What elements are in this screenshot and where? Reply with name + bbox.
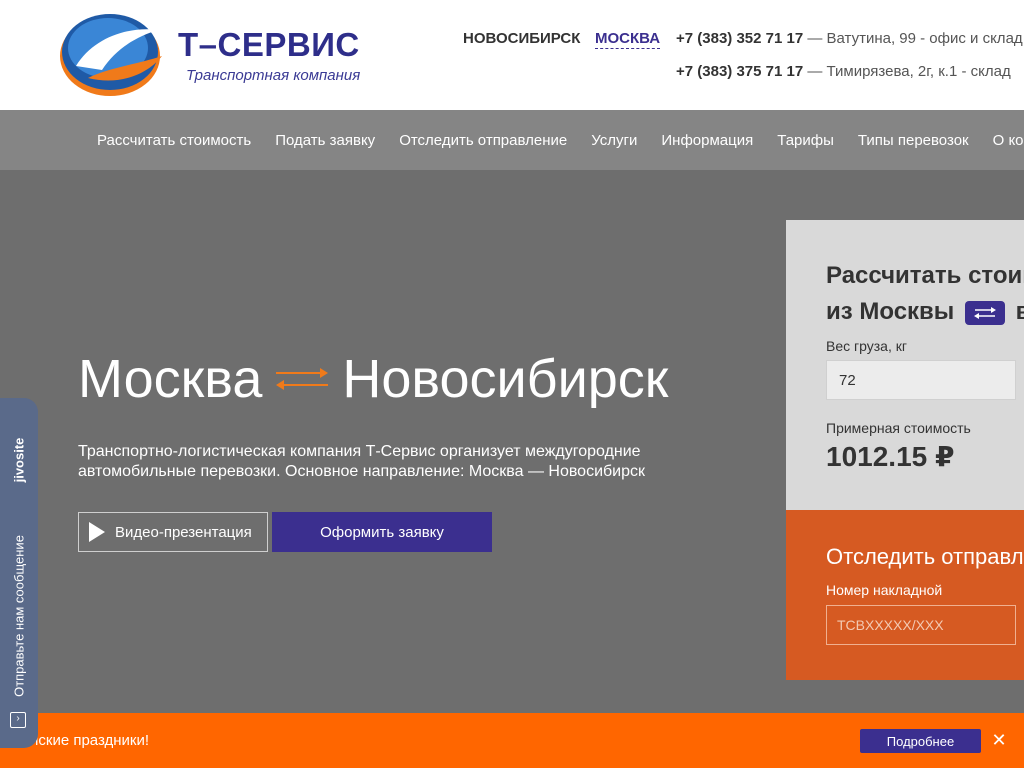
logo-mark-icon: [60, 14, 162, 96]
nav-item-about[interactable]: О компании: [993, 132, 1024, 149]
chat-widget-tab[interactable]: jivosite Отправьте нам сообщение ›: [0, 398, 38, 748]
weight-input[interactable]: [826, 360, 1016, 400]
tracking-label: Номер накладной: [826, 582, 943, 598]
video-presentation-button[interactable]: Видео-презентация: [78, 512, 268, 552]
waybill-input[interactable]: [826, 605, 1016, 645]
nav-item-transport-types[interactable]: Типы перевозок: [858, 132, 969, 149]
chat-widget-text: Отправьте нам сообщение: [11, 535, 27, 697]
nav-item-submit-request[interactable]: Подать заявку: [275, 132, 375, 149]
video-button-label: Видео-презентация: [115, 523, 252, 541]
nav-item-info[interactable]: Информация: [661, 132, 753, 149]
route-arrows-icon: [276, 368, 329, 390]
site-header: Т–СЕРВИС Транспортная компания НОВОСИБИР…: [0, 0, 1024, 110]
tracking-title: Отследить отправление: [826, 544, 1024, 569]
weight-label: Вес груза, кг: [826, 338, 907, 354]
contact-row-1: +7 (383) 352 71 17 — Ватутина, 99 - офис…: [676, 30, 1023, 47]
contact-row-2: +7 (383) 375 71 17 — Тимирязева, 2г, к.1…: [676, 63, 1011, 80]
calculator-from-city: из Москвы: [826, 298, 955, 325]
hero-city-from: Москва: [78, 349, 263, 409]
close-icon[interactable]: ✕: [990, 731, 1008, 749]
phone-1[interactable]: +7 (383) 352 71 17: [676, 30, 803, 47]
address-2: — Тимирязева, 2г, к.1 - склад: [803, 63, 1011, 80]
logo-title: Т–СЕРВИС: [178, 26, 360, 63]
swap-direction-icon[interactable]: [964, 300, 1005, 325]
order-button[interactable]: Оформить заявку: [272, 512, 492, 552]
chat-expand-icon: ›: [10, 712, 26, 728]
nav-item-services[interactable]: Услуги: [591, 132, 637, 149]
cost-value: 1012.15 ₽: [826, 441, 955, 472]
site-logo[interactable]: Т–СЕРВИС Транспортная компания: [58, 8, 383, 102]
logo-subtitle: Транспортная компания: [186, 67, 361, 84]
nav-list: Рассчитать стоимость Подать заявку Отсле…: [97, 110, 1024, 170]
calculator-title-line2: из Москвы в: [826, 294, 1024, 330]
main-nav: Рассчитать стоимость Подать заявку Отсле…: [0, 110, 1024, 170]
hero-title: Москва Новосибирск: [78, 348, 668, 410]
nav-item-tariffs[interactable]: Тарифы: [777, 132, 834, 149]
chat-widget-brand: jivosite: [11, 437, 27, 483]
hero-description: Транспортно-логистическая компания Т-Сер…: [78, 443, 646, 480]
city-moscow-link[interactable]: МОСКВА: [595, 30, 661, 49]
nav-item-calculate[interactable]: Рассчитать стоимость: [97, 132, 251, 149]
play-icon: [89, 522, 105, 542]
calculator-to-prefix: в: [1015, 298, 1024, 325]
banner-more-button[interactable]: Подробнее: [860, 729, 981, 753]
tracking-panel: Отследить отправление Номер накладной: [786, 510, 1024, 680]
cost-label: Примерная стоимость: [826, 420, 971, 436]
hero-city-to: Новосибирск: [342, 349, 669, 409]
calculator-title-line1: Рассчитать стоимость: [826, 262, 1024, 289]
address-1: — Ватутина, 99 - офис и склад: [803, 30, 1023, 47]
nav-item-track[interactable]: Отследить отправление: [399, 132, 567, 149]
calculator-title: Рассчитать стоимость из Москвы в: [826, 258, 1024, 330]
holiday-banner: йские праздники! Подробнее ✕: [0, 713, 1024, 768]
banner-text: йские праздники!: [30, 732, 150, 749]
phone-2[interactable]: +7 (383) 375 71 17: [676, 63, 803, 80]
city-novosibirsk-link[interactable]: НОВОСИБИРСК: [463, 30, 580, 47]
calculator-panel: Рассчитать стоимость из Москвы в Вес гру…: [786, 220, 1024, 510]
